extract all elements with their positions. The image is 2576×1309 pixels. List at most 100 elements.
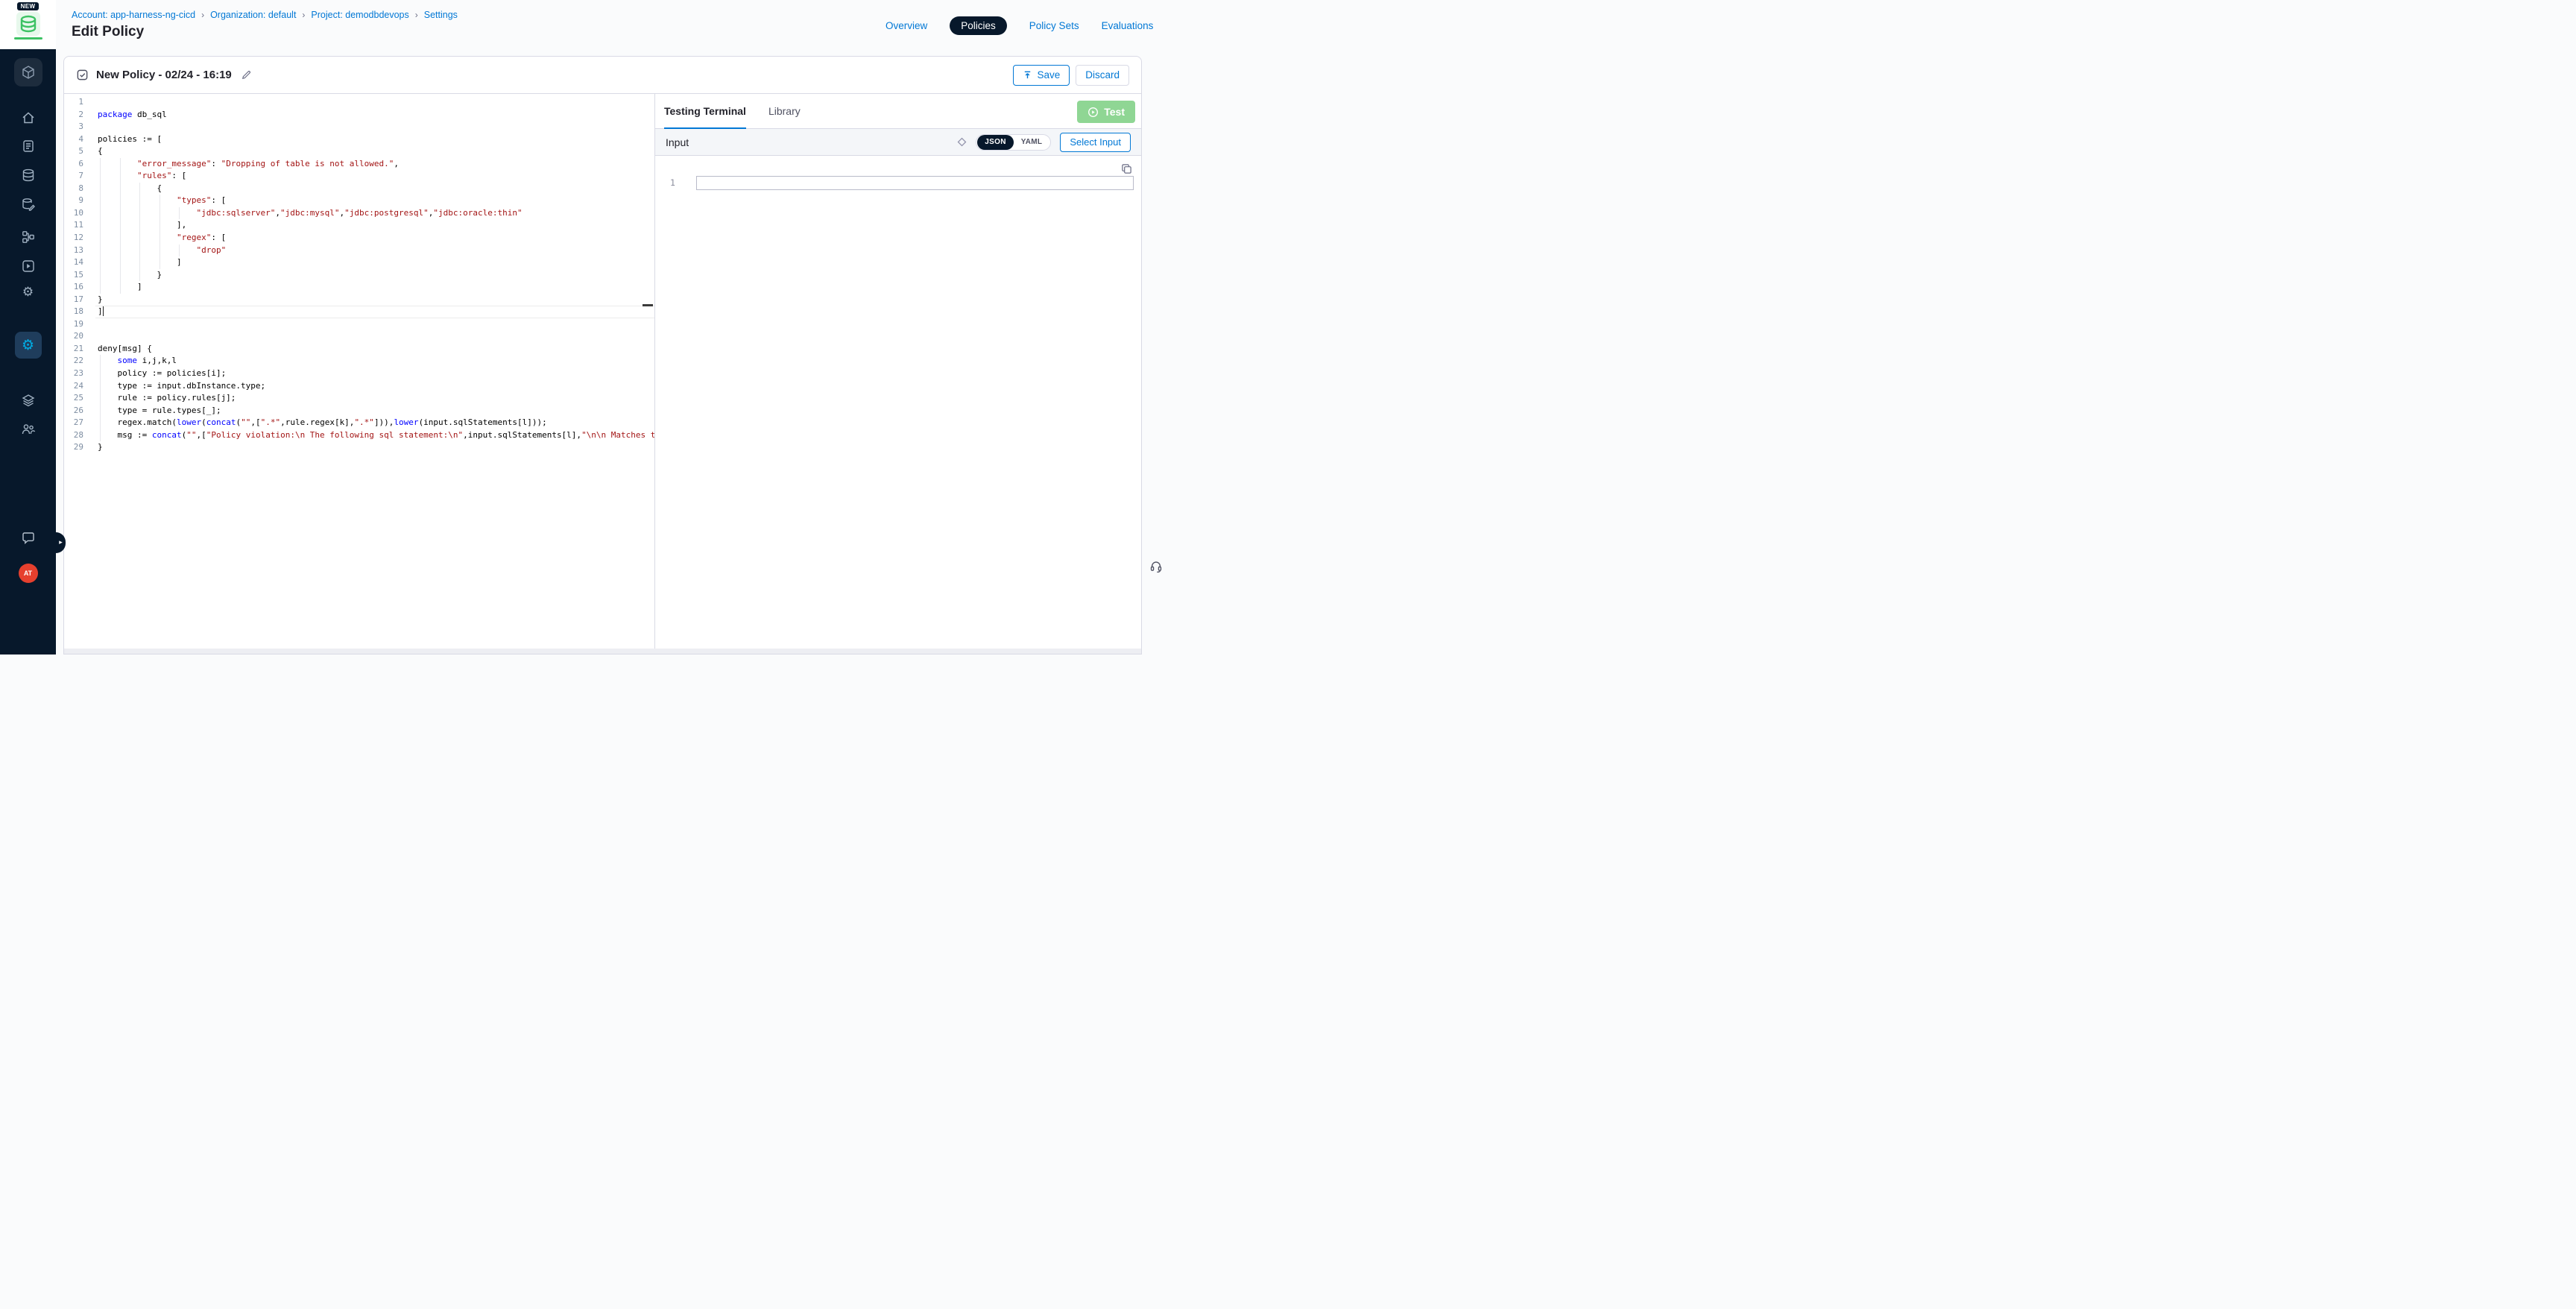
chat-bubble-icon[interactable] (21, 531, 36, 546)
code-line[interactable]: 15 } (64, 269, 654, 282)
code-line[interactable]: 27 regex.match(lower(concat("",[".*",rul… (64, 417, 654, 429)
new-badge: NEW (17, 2, 40, 10)
sidebar: NEW ⚙ ⚙ AT (0, 0, 56, 654)
code-line[interactable]: 26 type = rule.types[_]; (64, 405, 654, 417)
code-line[interactable]: 4policies := [ (64, 133, 654, 146)
test-play-icon (1087, 107, 1099, 118)
code-line[interactable]: 20 (64, 330, 654, 343)
line-number: 20 (64, 330, 83, 343)
code-line[interactable]: 19 (64, 318, 654, 331)
code-line[interactable]: 17} (64, 294, 654, 306)
code-line[interactable]: 16 ] (64, 281, 654, 294)
line-number: 16 (64, 281, 83, 294)
line-number: 24 (64, 380, 83, 393)
text-cursor (103, 306, 104, 316)
organizations-users-icon[interactable] (21, 422, 36, 437)
code-line[interactable]: 14 ] (64, 256, 654, 269)
avatar[interactable]: AT (19, 564, 38, 583)
line-number: 13 (64, 245, 83, 257)
database-icon[interactable] (21, 168, 36, 183)
tab-testing-terminal[interactable]: Testing Terminal (664, 94, 746, 128)
code-line[interactable]: 3 (64, 121, 654, 133)
code-line[interactable]: 2package db_sql (64, 109, 654, 122)
code-line[interactable]: 8 { (64, 183, 654, 195)
line-number: 27 (64, 417, 83, 429)
tab-evaluations[interactable]: Evaluations (1102, 20, 1154, 31)
policy-code-editor[interactable]: 12package db_sql34policies := [5{6 "erro… (64, 94, 654, 649)
input-label: Input (666, 136, 689, 148)
code-line[interactable]: 12 "regex": [ (64, 232, 654, 245)
code-line[interactable]: 1 (64, 96, 654, 109)
policy-top-nav: Overview Policies Policy Sets Evaluation… (886, 16, 1153, 35)
code-line[interactable]: 28 msg := concat("",["Policy violation:\… (64, 429, 654, 442)
breadcrumb-account[interactable]: Account: app-harness-ng-cicd (72, 10, 195, 20)
line-number: 3 (64, 121, 83, 133)
tab-overview[interactable]: Overview (886, 20, 927, 31)
input-bar: Input JSON YAML Select Input (655, 129, 1141, 156)
card-toolbar: New Policy - 02/24 - 16:19 Save Discard (64, 57, 1141, 94)
breadcrumb-organization[interactable]: Organization: default (210, 10, 296, 20)
line-number: 26 (64, 405, 83, 417)
edit-name-pencil-icon[interactable] (241, 69, 252, 81)
input-editor[interactable]: 1 (655, 156, 1141, 649)
settings-gear-icon[interactable]: ⚙ (22, 286, 34, 299)
environments-layers-icon[interactable] (21, 393, 36, 408)
discard-button[interactable]: Discard (1076, 65, 1129, 86)
tab-policy-sets[interactable]: Policy Sets (1029, 20, 1079, 31)
code-line[interactable]: 23 policy := policies[i]; (64, 368, 654, 380)
code-line[interactable]: 10 "jdbc:sqlserver","jdbc:mysql","jdbc:p… (64, 207, 654, 220)
breadcrumb-separator: › (302, 10, 305, 20)
policy-name: New Policy - 02/24 - 16:19 (96, 69, 232, 81)
format-json[interactable]: JSON (977, 135, 1013, 150)
code-line[interactable]: 11 ], (64, 219, 654, 232)
executions-play-icon[interactable] (21, 259, 36, 274)
line-number: 4 (64, 133, 83, 146)
code-line[interactable]: 9 "types": [ (64, 195, 654, 207)
testing-terminal-panel: Testing Terminal Library Test Input JSON… (654, 94, 1141, 649)
line-number: 18 (64, 306, 83, 318)
line-number: 15 (64, 269, 83, 282)
code-line[interactable]: 7 "rules": [ (64, 170, 654, 183)
code-line[interactable]: 5{ (64, 145, 654, 158)
code-line[interactable]: 25 rule := policy.rules[j]; (64, 392, 654, 405)
select-input-button[interactable]: Select Input (1060, 133, 1131, 152)
line-number: 21 (64, 343, 83, 356)
diamond-icon[interactable] (957, 137, 967, 147)
code-repo-icon[interactable] (21, 139, 36, 154)
line-number: 11 (64, 219, 83, 232)
terminal-tabs: Testing Terminal Library Test (655, 94, 1141, 129)
horizontal-scrollbar[interactable] (64, 649, 1141, 654)
page-title: Edit Policy (72, 24, 144, 40)
line-number: 7 (64, 170, 83, 183)
code-line[interactable]: 18] (64, 306, 654, 318)
save-button[interactable]: Save (1013, 65, 1070, 86)
test-button[interactable]: Test (1077, 101, 1135, 123)
pipeline-hierarchy-icon[interactable] (21, 230, 36, 245)
test-button-label: Test (1104, 106, 1125, 118)
tab-policies-active[interactable]: Policies (950, 16, 1007, 35)
harness-db-devops-logo-icon[interactable] (16, 12, 40, 36)
code-line[interactable]: 21deny[msg] { (64, 343, 654, 356)
input-line-number: 1 (670, 177, 675, 188)
tab-library[interactable]: Library (768, 94, 801, 128)
breadcrumb-settings[interactable]: Settings (424, 10, 458, 20)
home-icon[interactable] (21, 110, 36, 125)
code-line[interactable]: 24 type := input.dbInstance.type; (64, 380, 654, 393)
module-cube-icon[interactable] (14, 58, 42, 86)
line-number: 28 (64, 429, 83, 442)
support-headset-icon[interactable] (1149, 559, 1163, 577)
breadcrumb-project[interactable]: Project: demodbdevops (311, 10, 408, 20)
format-yaml[interactable]: YAML (1014, 135, 1050, 150)
code-line[interactable]: 29} (64, 441, 654, 454)
line-number: 19 (64, 318, 83, 331)
code-line[interactable]: 22 some i,j,k,l (64, 355, 654, 368)
edit-policy-card: New Policy - 02/24 - 16:19 Save Discard … (63, 56, 1142, 654)
cursor-overview-mark (643, 304, 653, 306)
code-line[interactable]: 13 "drop" (64, 245, 654, 257)
code-line[interactable]: 6 "error_message": "Dropping of table is… (64, 158, 654, 171)
input-empty-line-box[interactable] (696, 176, 1134, 190)
settings-gear-selected-icon[interactable]: ⚙ (15, 332, 42, 359)
line-number: 1 (64, 96, 83, 109)
database-edit-icon[interactable] (21, 197, 36, 212)
line-number: 23 (64, 368, 83, 380)
